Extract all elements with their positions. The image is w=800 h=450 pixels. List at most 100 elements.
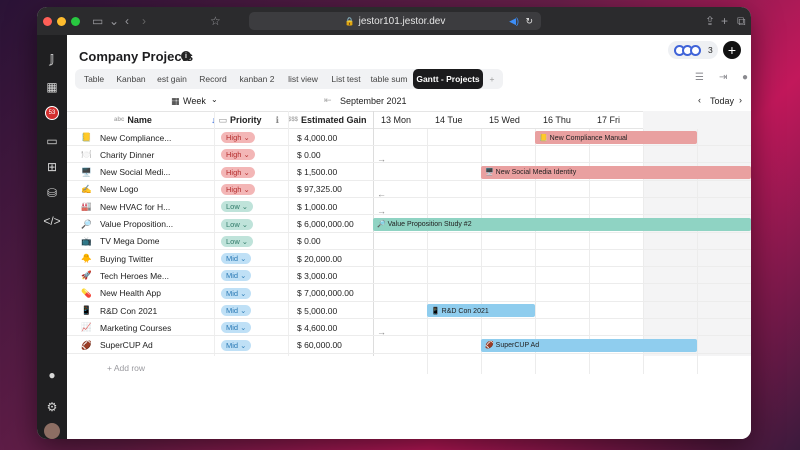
- address-bar[interactable]: 🔒 jestor101.jestor.dev ◀) ↻: [249, 12, 541, 30]
- table-row[interactable]: 🐥 Buying Twitter Mid ⌄ $ 20,000.00: [67, 250, 373, 268]
- arrow-left-icon[interactable]: ←: [377, 189, 386, 199]
- sidebar-toggle-icon[interactable]: ▭: [92, 14, 103, 28]
- row-name[interactable]: Tech Heroes Me...: [100, 267, 212, 284]
- gain-cell[interactable]: $ 5,000.00: [297, 302, 373, 319]
- settings-gear-icon[interactable]: ⚙: [44, 399, 60, 415]
- chevron-down-icon[interactable]: ⌄: [109, 14, 119, 28]
- tab-list-view[interactable]: list view: [281, 69, 325, 89]
- row-name[interactable]: Marketing Courses: [100, 319, 212, 336]
- tab-kanban-2[interactable]: kanban 2: [233, 69, 281, 89]
- info-icon[interactable]: i: [181, 51, 191, 61]
- list-settings-icon[interactable]: ☰: [695, 72, 704, 83]
- row-name[interactable]: SuperCUP Ad: [100, 337, 212, 354]
- notifications-icon[interactable]: 53: [44, 105, 60, 121]
- gain-cell[interactable]: $ 3,000.00: [297, 267, 373, 284]
- priority-column-header[interactable]: ↓▭Priorityℹ: [211, 111, 279, 129]
- priority-cell[interactable]: Low ⌄: [221, 216, 285, 233]
- priority-badge[interactable]: Mid ⌄: [221, 287, 252, 299]
- table-row[interactable]: 🏈 SuperCUP Ad Mid ⌄ $ 60,000.00: [67, 337, 373, 354]
- code-icon[interactable]: </>: [43, 213, 60, 229]
- chevron-down-icon[interactable]: ⌄: [211, 95, 218, 104]
- priority-badge[interactable]: Mid ⌄: [221, 305, 252, 316]
- star-icon[interactable]: ☆: [210, 14, 221, 28]
- priority-cell[interactable]: High ⌄: [221, 181, 285, 198]
- tab-overview-icon[interactable]: ⧉: [737, 14, 746, 29]
- name-column-header[interactable]: abc Name: [114, 111, 152, 129]
- jestor-logo-icon[interactable]: 𝕁: [44, 51, 60, 67]
- user-icon[interactable]: ●: [44, 367, 60, 383]
- add-tab-button[interactable]: +: [483, 69, 501, 89]
- priority-badge[interactable]: High ⌄: [221, 149, 255, 161]
- priority-badge[interactable]: Mid ⌄: [221, 339, 252, 351]
- tab-kanban[interactable]: Kanban: [111, 69, 151, 89]
- tab-gantt-projects[interactable]: Gantt - Projects: [413, 69, 483, 89]
- add-button[interactable]: +: [723, 41, 741, 59]
- gain-cell[interactable]: $ 60,000.00: [297, 337, 373, 354]
- priority-cell[interactable]: Mid ⌄: [221, 337, 285, 354]
- tab-list-test[interactable]: List test: [325, 69, 367, 89]
- gain-cell[interactable]: $ 1,500.00: [297, 164, 373, 181]
- table-row[interactable]: 📈 Marketing Courses Mid ⌄ $ 4,600.00: [67, 319, 373, 337]
- row-name[interactable]: New Logo: [100, 181, 212, 198]
- row-name[interactable]: R&D Con 2021: [100, 302, 212, 319]
- gain-column-header[interactable]: $$$ Estimated Gain: [288, 111, 367, 129]
- gantt-bar[interactable]: 🔎 Value Proposition Study #2: [373, 217, 751, 231]
- gain-cell[interactable]: $ 0.00: [297, 233, 373, 250]
- chat-icon[interactable]: ▭: [44, 133, 60, 149]
- today-button[interactable]: Today: [710, 96, 734, 106]
- arrow-right-icon[interactable]: →: [377, 206, 386, 216]
- gain-cell[interactable]: $ 7,000,000.00: [297, 285, 373, 302]
- priority-cell[interactable]: Mid ⌄: [221, 267, 285, 284]
- next-week-icon[interactable]: ›: [739, 95, 742, 105]
- gain-cell[interactable]: $ 6,000,000.00: [297, 216, 373, 233]
- gain-cell[interactable]: $ 97,325.00: [297, 181, 373, 198]
- forward-icon[interactable]: ›: [142, 14, 146, 28]
- row-name[interactable]: TV Mega Dome: [100, 233, 212, 250]
- priority-cell[interactable]: Low ⌄: [221, 198, 285, 215]
- priority-badge[interactable]: Low ⌄: [221, 235, 254, 247]
- view-mode-select[interactable]: Week: [183, 96, 206, 106]
- prev-week-icon[interactable]: ‹: [698, 95, 701, 105]
- gain-cell[interactable]: $ 4,600.00: [297, 319, 373, 336]
- active-users-pill[interactable]: 3: [668, 41, 718, 59]
- close-window-button[interactable]: [43, 17, 52, 26]
- priority-cell[interactable]: Mid ⌄: [221, 319, 285, 336]
- gantt-bar[interactable]: 🖥️ New Social Media Identity: [481, 165, 751, 179]
- table-row[interactable]: 📺 TV Mega Dome Low ⌄ $ 0.00: [67, 233, 373, 250]
- new-tab-icon[interactable]: +: [721, 14, 728, 28]
- priority-badge[interactable]: Mid ⌄: [221, 253, 252, 265]
- table-row[interactable]: 🏭 New HVAC for H... Low ⌄ $ 1,000.00: [67, 198, 373, 216]
- gantt-bar[interactable]: 📒 New Compliance Manual: [535, 131, 697, 144]
- share-icon[interactable]: ⇪: [705, 14, 715, 28]
- reload-icon[interactable]: ↻: [525, 16, 533, 27]
- priority-cell[interactable]: Mid ⌄: [221, 285, 285, 302]
- speaker-icon[interactable]: ◀): [509, 16, 519, 27]
- priority-cell[interactable]: Mid ⌄: [221, 302, 285, 319]
- priority-badge[interactable]: Low ⌄: [221, 201, 254, 213]
- tab-table[interactable]: Table: [77, 69, 111, 89]
- maximize-window-button[interactable]: [71, 17, 80, 26]
- priority-badge[interactable]: Low ⌄: [221, 218, 254, 230]
- export-icon[interactable]: ⇥: [719, 72, 727, 83]
- back-icon[interactable]: ‹: [125, 14, 129, 28]
- avatar[interactable]: [44, 423, 60, 439]
- table-row[interactable]: 🍽️ Charity Dinner High ⌄ $ 0.00: [67, 146, 373, 164]
- gain-cell[interactable]: $ 0.00: [297, 146, 373, 163]
- priority-badge[interactable]: High ⌄: [221, 183, 255, 195]
- gain-cell[interactable]: $ 20,000.00: [297, 250, 373, 267]
- gain-cell[interactable]: $ 1,000.00: [297, 198, 373, 215]
- table-row[interactable]: 🚀 Tech Heroes Me... Mid ⌄ $ 3,000.00: [67, 267, 373, 285]
- gantt-bar[interactable]: 🏈 SuperCUP Ad: [481, 338, 697, 352]
- priority-badge[interactable]: Mid ⌄: [221, 270, 252, 282]
- row-name[interactable]: New HVAC for H...: [100, 198, 212, 215]
- priority-cell[interactable]: High ⌄: [221, 129, 285, 146]
- table-row[interactable]: 🔎 Value Proposition... Low ⌄ $ 6,000,000.00: [67, 216, 373, 233]
- tab-est-gain[interactable]: est gain: [151, 69, 193, 89]
- gantt-bar[interactable]: 📱 R&D Con 2021: [427, 304, 535, 317]
- table-row[interactable]: 📱 R&D Con 2021 Mid ⌄ $ 5,000.00: [67, 302, 373, 319]
- database-icon[interactable]: ⛁: [44, 185, 60, 201]
- row-name[interactable]: New Compliance...: [100, 129, 212, 146]
- table-row[interactable]: 💊 New Health App Mid ⌄ $ 7,000,000.00: [67, 285, 373, 302]
- table-row[interactable]: 📒 New Compliance... High ⌄ $ 4,000.00: [67, 129, 373, 146]
- tab-table-sum[interactable]: table sum: [367, 69, 411, 89]
